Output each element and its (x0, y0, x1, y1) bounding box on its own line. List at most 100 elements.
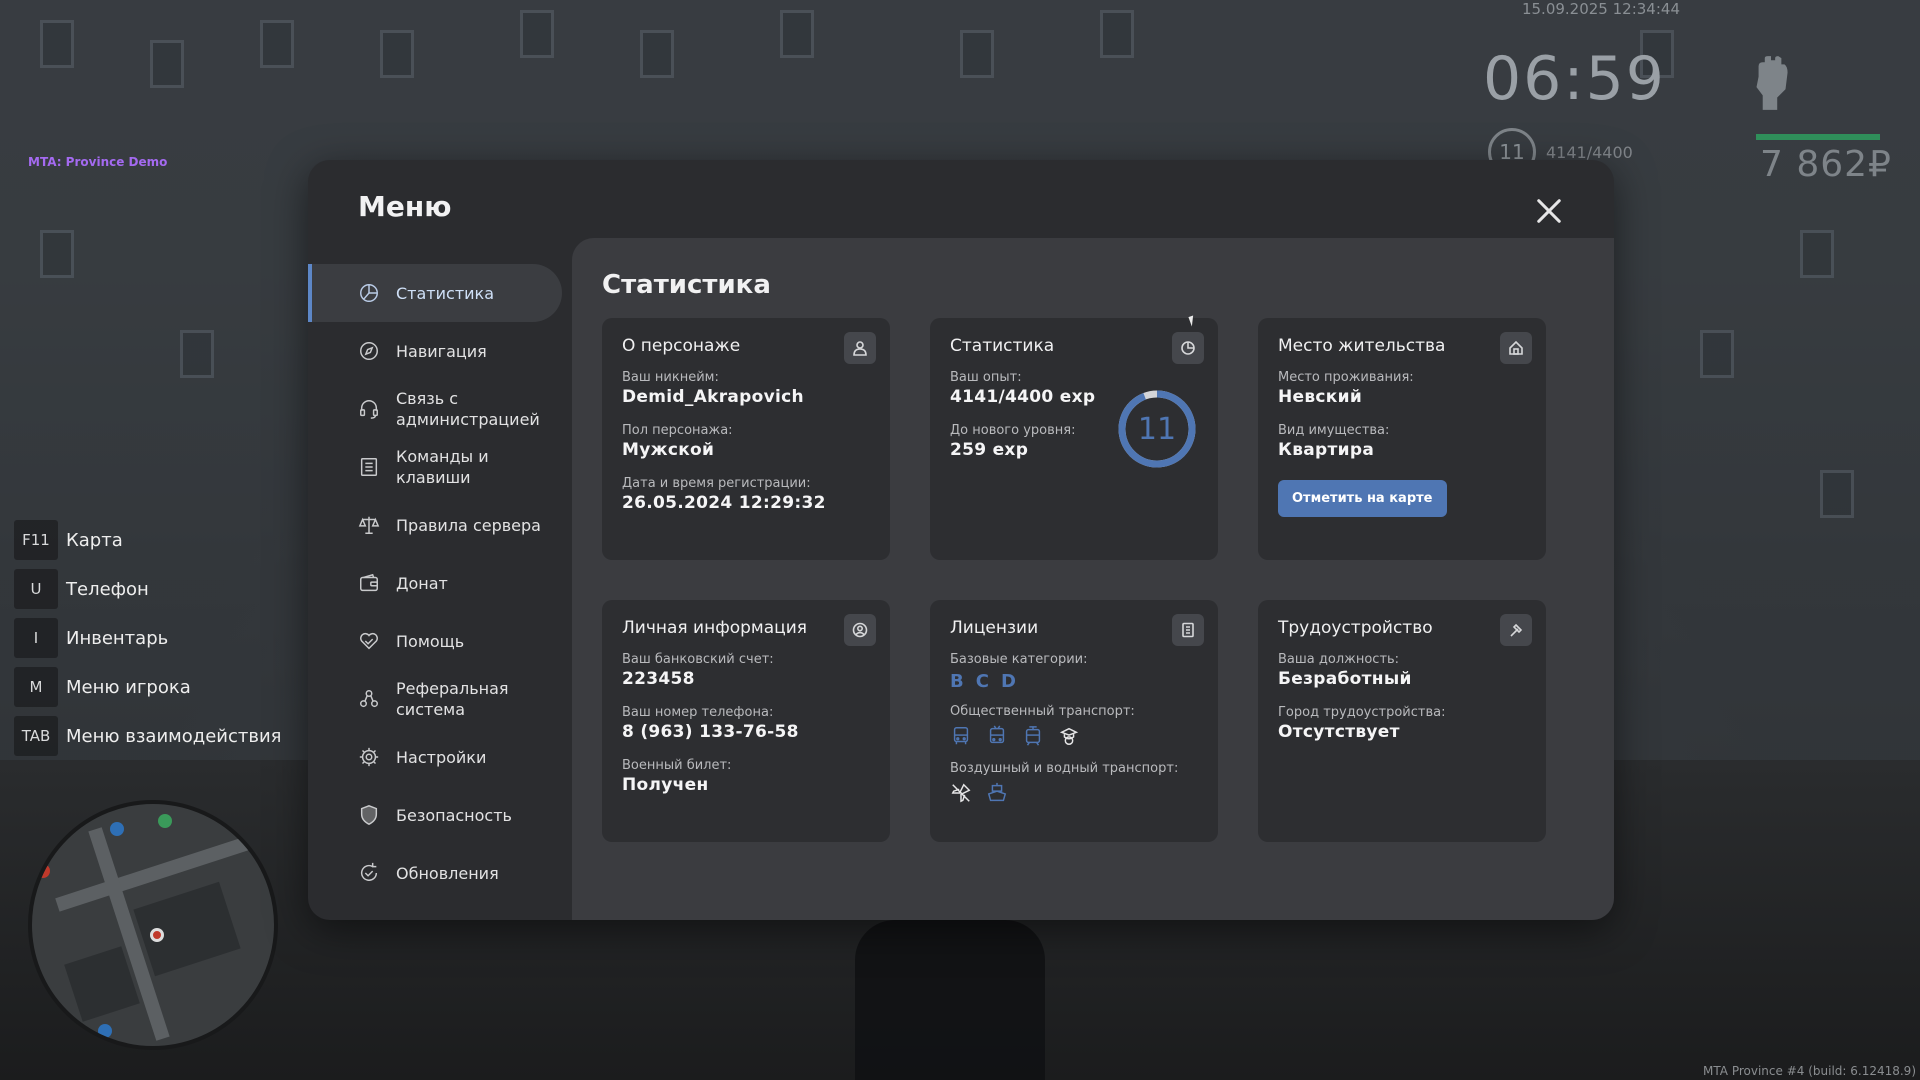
taxi-driver-icon (1058, 725, 1080, 747)
headset-icon (358, 398, 380, 420)
sidebar-item-rules[interactable]: Правила сервера (308, 496, 562, 554)
bus-icon (950, 725, 972, 747)
hotkey-inventory: I Инвентарь (14, 618, 281, 658)
hud-exp: 4141/4400 (1546, 142, 1633, 162)
position-label: Ваша должность: (1278, 652, 1400, 667)
fist-icon (1750, 54, 1792, 112)
bank-label: Ваш банковский счет: (622, 652, 774, 667)
hotkey-player-menu: M Меню игрока (14, 667, 281, 707)
close-icon[interactable] (1532, 194, 1566, 228)
card-title: Личная информация (622, 618, 808, 638)
sidebar-item-label: Обновления (396, 863, 499, 883)
modal-title: Меню (358, 190, 452, 223)
hotkey-key: I (14, 618, 58, 658)
gear-icon (358, 746, 380, 768)
sidebar-item-navigation[interactable]: Навигация (308, 322, 562, 380)
pie-chart-icon (358, 282, 380, 304)
hud-datetime: 15.09.2025 12:34:44 (1521, 0, 1680, 18)
sidebar-item-settings[interactable]: Настройки (308, 728, 562, 786)
sidebar-item-updates[interactable]: Обновления (308, 844, 562, 902)
referral-icon (358, 688, 380, 710)
sidebar-item-help[interactable]: Помощь (308, 612, 562, 670)
background-window (1700, 330, 1734, 378)
background-window (780, 10, 814, 58)
sidebar-item-label: Связь с администрацией (396, 389, 540, 429)
personal-info-card: Личная информация Ваш банковский счет: 2… (602, 600, 890, 842)
background-window (150, 40, 184, 88)
hud-health-bar (1756, 134, 1880, 140)
map-marker-icon (98, 1024, 112, 1038)
wallet-icon (358, 572, 380, 594)
card-title: Статистика (950, 336, 1055, 356)
job-city-value: Отсутствует (1278, 722, 1400, 742)
menu-modal: Меню Статистика Навигация Связь с админи… (308, 160, 1614, 920)
background-window (40, 20, 74, 68)
shield-icon (358, 804, 380, 826)
bank-value: 223458 (622, 669, 695, 689)
position-value: Безработный (1278, 669, 1412, 689)
hotkey-phone: U Телефон (14, 569, 281, 609)
sidebar-item-admin-contact[interactable]: Связь с администрацией (308, 380, 562, 438)
sidebar: Статистика Навигация Связь с администрац… (308, 264, 562, 902)
trolleybus-icon (986, 725, 1008, 747)
hotkey-key: M (14, 667, 58, 707)
phone-value: 8 (963) 133-76-58 (622, 722, 799, 742)
sidebar-item-commands[interactable]: Команды и клавиши (308, 438, 562, 496)
user-circle-icon (844, 614, 876, 646)
registration-value: 26.05.2024 12:29:32 (622, 493, 826, 513)
nickname-label: Ваш никнейм: (622, 370, 719, 385)
nickname-value: Demid_Akrapovich (622, 387, 804, 407)
hotkey-map: F11 Карта (14, 520, 281, 560)
sidebar-item-label: Команды и клавиши (396, 447, 489, 487)
hotkey-label: Инвентарь (66, 627, 169, 649)
job-city-label: Город трудоустройства: (1278, 705, 1446, 720)
sidebar-item-donate[interactable]: Донат (308, 554, 562, 612)
mark-on-map-button[interactable]: Отметить на карте (1278, 480, 1447, 517)
card-title: О персонаже (622, 336, 741, 356)
hotkey-key: U (14, 569, 58, 609)
category-d: D (1000, 671, 1016, 692)
category-b: B (950, 671, 964, 692)
residence-card: Место жительства Место проживания: Невск… (1258, 318, 1546, 560)
sidebar-item-label: Правила сервера (396, 515, 541, 535)
handshake-icon (358, 630, 380, 652)
background-window (1100, 10, 1134, 58)
sidebar-item-security[interactable]: Безопасность (308, 786, 562, 844)
hotkey-interaction-menu: TAB Меню взаимодействия (14, 716, 281, 756)
hotkey-label: Меню игрока (66, 676, 191, 698)
military-label: Военный билет: (622, 758, 732, 773)
map-marker-icon (110, 822, 124, 836)
build-label: MTA Province #4 (build: 6.12418.9) (1703, 1064, 1916, 1078)
gender-value: Мужской (622, 440, 715, 460)
sidebar-item-referral[interactable]: Реферальная система (308, 670, 562, 728)
property-label: Вид имущества: (1278, 423, 1390, 438)
content-title: Статистика (602, 270, 771, 300)
gender-label: Пол персонажа: (622, 423, 733, 438)
airplane-icon (950, 782, 972, 804)
base-categories: B C D (950, 671, 1198, 692)
hotkey-label: Карта (66, 529, 123, 551)
sidebar-item-label: Реферальная система (396, 679, 509, 719)
player-marker-icon (150, 928, 164, 942)
refresh-icon (358, 862, 380, 884)
character-card: О персонаже Ваш никнейм: Demid_Akrapovic… (602, 318, 890, 560)
background-window (960, 30, 994, 78)
card-title: Место жительства (1278, 336, 1446, 356)
sidebar-item-label: Помощь (396, 631, 465, 651)
job-card: Трудоустройство Ваша должность: Безработ… (1258, 600, 1546, 842)
background-window (380, 30, 414, 78)
military-value: Получен (622, 775, 709, 795)
hud-money: 7 862₽ (1760, 144, 1892, 185)
background-window (520, 10, 554, 58)
map-marker-icon (158, 814, 172, 828)
residence-place-label: Место проживания: (1278, 370, 1414, 385)
residence-place-value: Невский (1278, 387, 1363, 407)
compass-icon (358, 340, 380, 362)
house-icon (1500, 332, 1532, 364)
background-window (40, 230, 74, 278)
sidebar-item-statistics[interactable]: Статистика (308, 264, 562, 322)
card-title: Трудоустройство (1278, 618, 1433, 638)
hotkey-label: Меню взаимодействия (66, 725, 282, 747)
sidebar-item-label: Настройки (396, 747, 487, 767)
exp-label: Ваш опыт: (950, 370, 1022, 385)
